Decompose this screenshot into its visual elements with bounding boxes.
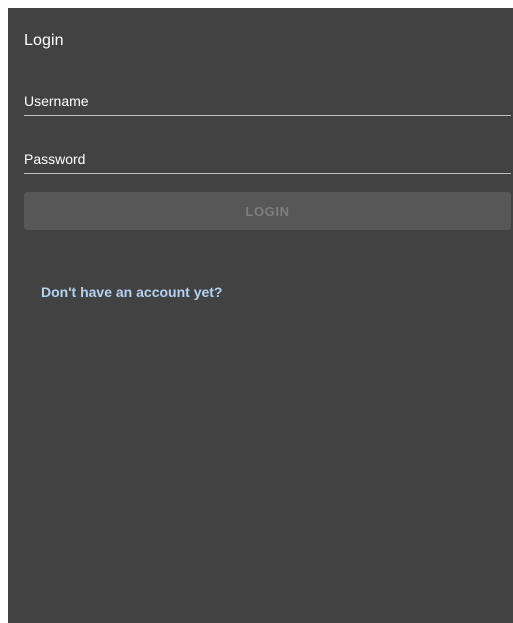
login-panel: Login LOGIN Don't have an account yet? bbox=[8, 8, 513, 623]
login-title: Login bbox=[24, 32, 64, 49]
signup-link[interactable]: Don't have an account yet? bbox=[41, 284, 222, 300]
username-field[interactable] bbox=[24, 88, 511, 116]
password-field[interactable] bbox=[24, 146, 511, 174]
login-button[interactable]: LOGIN bbox=[24, 192, 511, 230]
username-input[interactable] bbox=[24, 88, 511, 114]
password-input[interactable] bbox=[24, 146, 511, 172]
